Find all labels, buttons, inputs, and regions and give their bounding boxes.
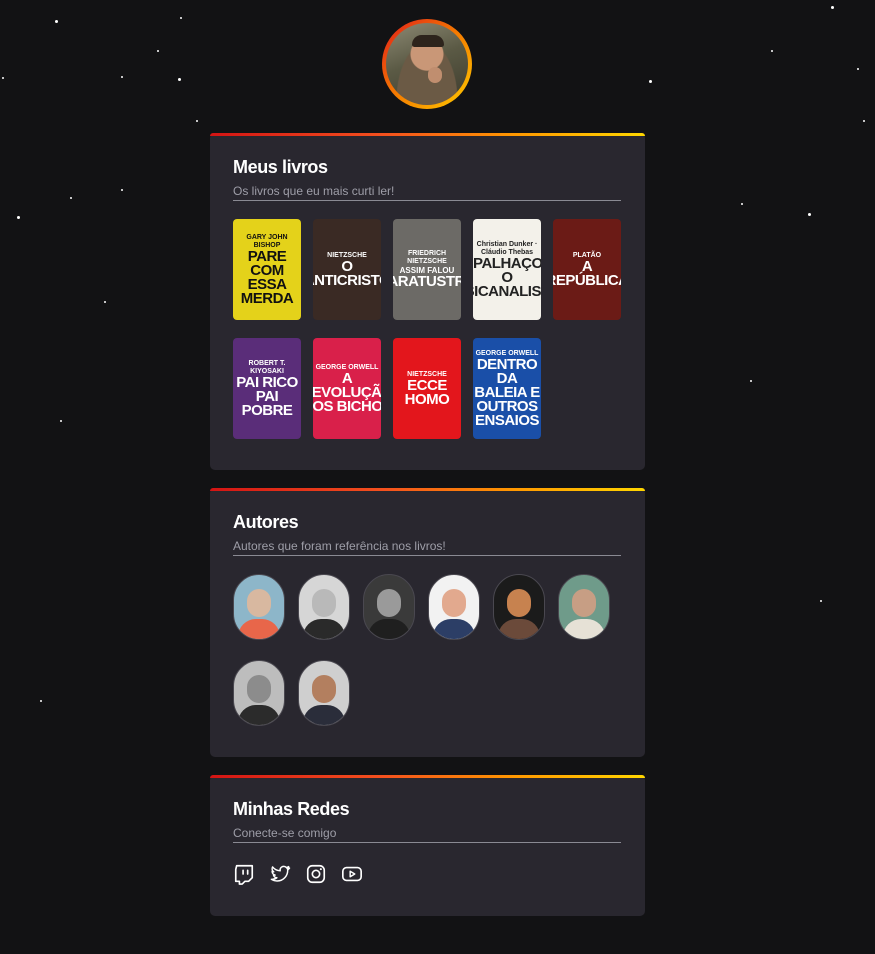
book-title: DENTRO DA BALEIA E OUTROS ENSAIOS <box>474 355 540 429</box>
book-cover[interactable]: Christian Dunker · Cláudio ThebasO PALHA… <box>473 219 541 320</box>
book-cover[interactable]: FRIEDRICH NIETZSCHEASSIM FALOUZARATUSTRA <box>393 219 461 320</box>
book-title: ZARATUSTRA <box>393 273 461 290</box>
book-title: ECCE HOMO <box>404 376 450 408</box>
book-title: PAI RICO PAI POBRE <box>236 373 298 419</box>
book-title: A REPÚBLICA <box>553 257 621 289</box>
author-portrait-claudio-thebas[interactable] <box>493 574 545 640</box>
author-portrait-gary-john-bishop[interactable] <box>363 574 415 640</box>
authors-card: Autores Autores que foram referência nos… <box>210 488 645 757</box>
twitter-icon[interactable] <box>269 863 291 885</box>
author-portrait-plato[interactable] <box>233 574 285 640</box>
book-title: A REVOLUÇÃO DOS BICHOS <box>313 369 381 415</box>
book-grid: GARY JOHN BISHOP PARE COM ESSA MERDA NIETZ… <box>233 219 621 439</box>
books-title: Meus livros <box>233 157 328 177</box>
book-cover[interactable]: GARY JOHN BISHOP PARE COM ESSA MERDA <box>233 219 301 320</box>
book-cover[interactable]: NIETZSCHEO ANTICRISTO <box>313 219 381 320</box>
author-portrait-socrates[interactable] <box>558 574 610 640</box>
book-cover[interactable]: GEORGE ORWELLA REVOLUÇÃO DOS BICHOS <box>313 338 381 439</box>
author-portrait-robert-kiyosaki[interactable] <box>298 660 350 726</box>
books-subtitle: Os livros que eu mais curti ler! <box>233 183 621 201</box>
social-links <box>233 863 621 885</box>
book-cover[interactable]: PLATÃOA REPÚBLICA <box>553 219 621 320</box>
profile-photo <box>386 23 468 105</box>
book-title: PARE COM ESSA MERDA <box>240 247 294 307</box>
book-author: FRIEDRICH NIETZSCHE <box>407 250 447 265</box>
twitch-icon[interactable] <box>233 863 255 885</box>
social-card: Minhas Redes Conecte-se comigo <box>210 775 645 916</box>
author-portrait-george-orwell[interactable] <box>233 660 285 726</box>
books-card: Meus livros Os livros que eu mais curti … <box>210 133 645 470</box>
author-grid <box>233 574 621 726</box>
authors-subtitle: Autores que foram referência nos livros! <box>233 538 621 556</box>
instagram-icon[interactable] <box>305 863 327 885</box>
book-cover[interactable]: NIETZSCHE ECCE HOMO <box>393 338 461 439</box>
book-cover[interactable]: GEORGE ORWELL DENTRO DA BALEIA E OUTROS E… <box>473 338 541 439</box>
authors-title: Autores <box>233 512 299 532</box>
profile-avatar <box>382 19 472 109</box>
book-cover[interactable]: ROBERT T. KIYOSAKI PAI RICO PAI POBRE <box>233 338 301 439</box>
author-portrait-nietzsche[interactable] <box>298 574 350 640</box>
author-portrait-christian-dunker[interactable] <box>428 574 480 640</box>
book-title: O PALHAÇO E O PSICANALISTA <box>473 254 541 300</box>
youtube-icon[interactable] <box>341 863 363 885</box>
social-subtitle: Conecte-se comigo <box>233 825 621 843</box>
social-title: Minhas Redes <box>233 799 350 819</box>
book-title: O ANTICRISTO <box>313 257 381 289</box>
